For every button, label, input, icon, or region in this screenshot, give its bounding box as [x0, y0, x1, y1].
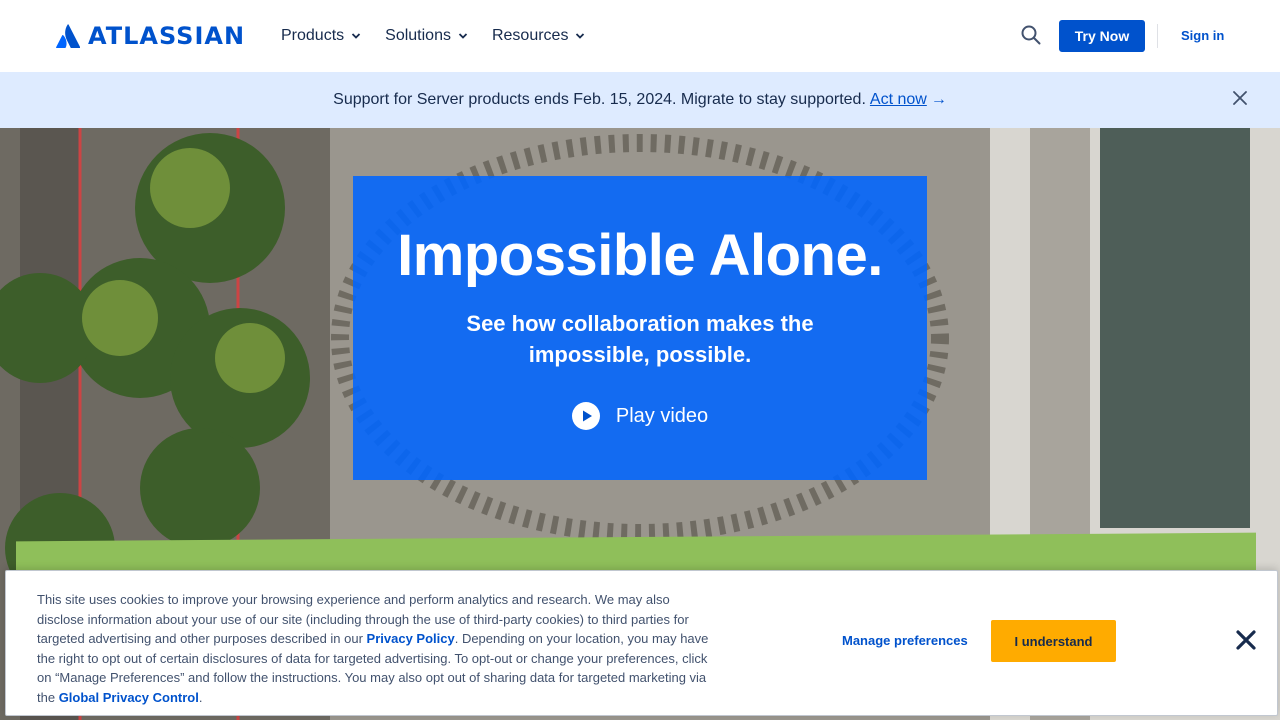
privacy-policy-link[interactable]: Privacy Policy — [367, 631, 455, 646]
arrow-right-icon: → — [930, 91, 947, 108]
close-icon[interactable] — [1236, 630, 1256, 650]
header-divider — [1157, 24, 1158, 48]
cookie-text-part-3: . — [198, 689, 203, 705]
search-icon[interactable] — [1020, 24, 1042, 46]
nav-resources[interactable]: Resources — [492, 24, 585, 48]
nav-solutions[interactable]: Solutions — [385, 24, 468, 48]
play-icon — [571, 402, 600, 430]
banner-message: Support for Server products ends Feb. 15… — [333, 91, 947, 109]
logo-wordmark: ATLASSIAN — [88, 22, 246, 50]
chevron-down-icon — [352, 33, 361, 39]
global-privacy-control-link[interactable]: Global Privacy Control — [59, 690, 199, 705]
hero-title: Impossible Alone. — [397, 223, 883, 288]
hero-subtitle: See how collaboration makes the impossib… — [466, 311, 814, 367]
atlassian-logo-icon — [56, 24, 80, 48]
cookie-consent-banner: This site uses cookies to improve your b… — [5, 570, 1278, 716]
nav-solutions-label: Solutions — [385, 27, 451, 44]
nav-resources-label: Resources — [491, 27, 569, 44]
hero-card: Impossible Alone. See how collaboration … — [353, 176, 927, 480]
chevron-down-icon — [576, 33, 585, 39]
try-now-button[interactable]: Try Now — [1059, 20, 1145, 52]
atlassian-logo[interactable]: ATLASSIAN — [56, 22, 245, 50]
nav-products-label: Products — [281, 27, 345, 44]
chevron-down-icon — [458, 33, 468, 39]
cookie-message: This site uses cookies to improve your b… — [37, 590, 717, 707]
announcement-banner: Support for Server products ends Feb. 15… — [0, 72, 1280, 128]
i-understand-button[interactable]: I understand — [991, 620, 1116, 662]
act-now-link[interactable]: Act now — [870, 91, 927, 109]
nav-products[interactable]: Products — [281, 24, 361, 48]
close-icon[interactable] — [1233, 91, 1247, 105]
main-nav: Products Solutions Resources — [281, 24, 609, 48]
manage-preferences-button[interactable]: Manage preferences — [842, 633, 968, 648]
site-header: ATLASSIAN Products Solutions Resources T… — [0, 0, 1280, 72]
sign-in-link[interactable]: Sign in — [1181, 28, 1224, 43]
banner-text: Support for Server products ends Feb. 15… — [333, 91, 866, 108]
play-video-button[interactable]: Play video — [571, 402, 709, 430]
play-video-label: Play video — [615, 404, 709, 427]
